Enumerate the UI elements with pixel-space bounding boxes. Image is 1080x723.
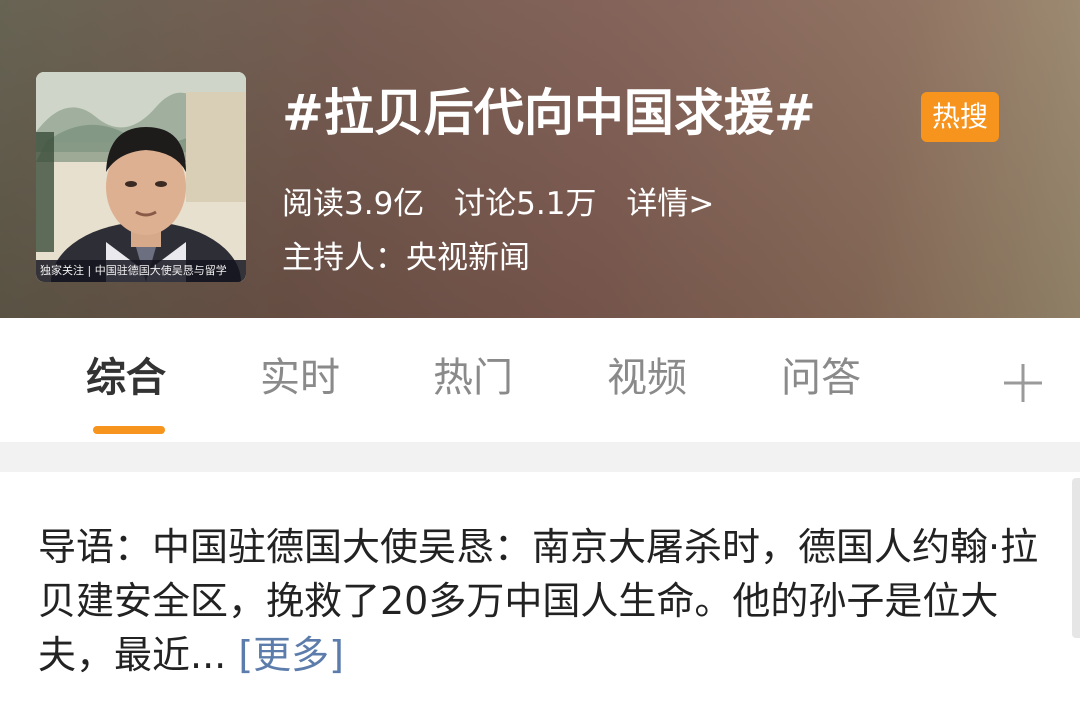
- tab-hot[interactable]: 热门: [433, 348, 513, 408]
- discussion-count: 讨论5.1万: [454, 186, 597, 222]
- read-count: 阅读3.9亿: [282, 186, 425, 222]
- tab-all[interactable]: 综合: [86, 348, 166, 408]
- plus-icon: [1004, 364, 1042, 402]
- scroll-indicator: [1072, 478, 1080, 638]
- tab-realtime[interactable]: 实时: [260, 348, 340, 408]
- topic-header: 独家关注 | 中国驻德国大使吴恳与留学 #拉贝后代向中国求援# 热搜 阅读3.9…: [0, 0, 1080, 318]
- topic-thumbnail[interactable]: 独家关注 | 中国驻德国大使吴恳与留学: [36, 72, 246, 282]
- intro-body: 导语：中国驻德国大使吴恳：南京大屠杀时，德国人约翰·拉贝建安全区，挽救了20多万…: [38, 525, 1039, 677]
- thumbnail-image: [36, 72, 246, 282]
- intro-text: 导语：中国驻德国大使吴恳：南京大屠杀时，德国人约翰·拉贝建安全区，挽救了20多万…: [38, 520, 1048, 682]
- tab-video[interactable]: 视频: [607, 348, 687, 408]
- details-link[interactable]: 详情>: [626, 186, 714, 222]
- tab-bar: 综合 实时 热门 视频 问答: [0, 318, 1080, 442]
- hot-search-badge: 热搜: [921, 92, 999, 142]
- more-link[interactable]: [更多]: [238, 633, 344, 677]
- section-divider: [0, 442, 1080, 472]
- tab-qa[interactable]: 问答: [781, 348, 861, 408]
- add-tab-button[interactable]: [1000, 360, 1046, 406]
- topic-stats: 阅读3.9亿 讨论5.1万 详情>: [282, 182, 714, 226]
- topic-host: 主持人：央视新闻: [282, 240, 530, 276]
- active-tab-indicator: [93, 426, 165, 434]
- thumbnail-caption: 独家关注 | 中国驻德国大使吴恳与留学: [36, 260, 246, 282]
- topic-title: #拉贝后代向中国求援#: [282, 84, 816, 142]
